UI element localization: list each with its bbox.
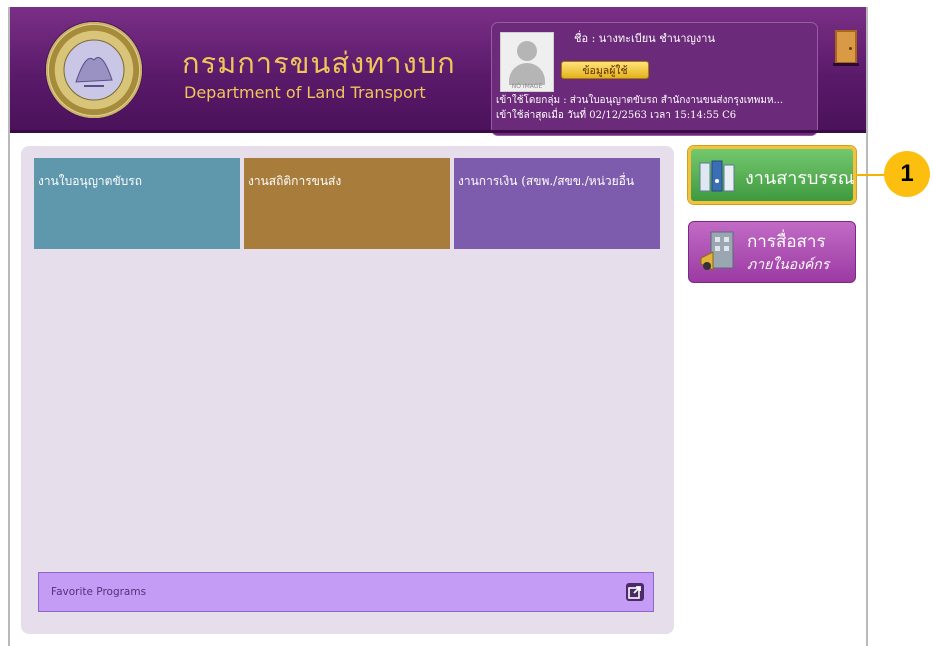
logout-door-icon[interactable] — [833, 30, 859, 66]
tile-driving-license[interactable]: งานใบอนุญาตขับรถ — [34, 158, 240, 249]
callout-number-badge: 1 — [884, 151, 930, 197]
last-login-text: เข้าใช้ล่าสุดเมื่อ วันที่ 02/12/2563 เวล… — [496, 110, 737, 121]
user-info-panel: NO IMAGE ชื่อ : นางทะเบียน ชำนาญงาน ข้อม… — [491, 22, 818, 136]
brand-title-english: Department of Land Transport — [184, 83, 426, 102]
header: กรมการขนส่งทางบก Department of Land Tran… — [10, 7, 866, 136]
saraban-button[interactable]: งานสารบรรณ — [688, 146, 856, 204]
tile-transport-statistics[interactable]: งานสถิติการขนส่ง — [244, 158, 450, 249]
user-name: ชื่อ : นางทะเบียน ชำนาญงาน — [574, 32, 715, 45]
comm-label-primary: การสื่อสาร — [747, 232, 826, 252]
favorite-programs-bar[interactable]: Favorite Programs — [38, 572, 654, 612]
external-link-icon[interactable] — [626, 583, 644, 601]
avatar-caption: NO IMAGE — [511, 83, 543, 90]
comm-label-secondary: ภายในองค์กร — [747, 257, 830, 273]
department-seal-logo — [46, 22, 142, 118]
avatar: NO IMAGE — [500, 32, 554, 92]
login-group-text: เข้าใช้โดยกลุ่ม : ส่วนใบอนุญาตขับรถ สำนั… — [496, 95, 784, 106]
brand-title-thai: กรมการขนส่งทางบก — [182, 46, 456, 80]
internal-communication-button[interactable]: การสื่อสาร ภายในองค์กร — [688, 221, 856, 283]
document-binders-icon — [699, 160, 735, 192]
saraban-label: งานสารบรรณ — [745, 168, 855, 189]
user-info-button[interactable]: ข้อมูลผู้ใช้ — [561, 61, 649, 79]
favorite-programs-label: Favorite Programs — [51, 586, 147, 598]
building-megaphone-icon — [700, 231, 734, 271]
tile-finance[interactable]: งานการเงิน (สขพ./สขข./หน่วยอื่น — [454, 158, 660, 249]
callout-connector — [856, 174, 886, 176]
